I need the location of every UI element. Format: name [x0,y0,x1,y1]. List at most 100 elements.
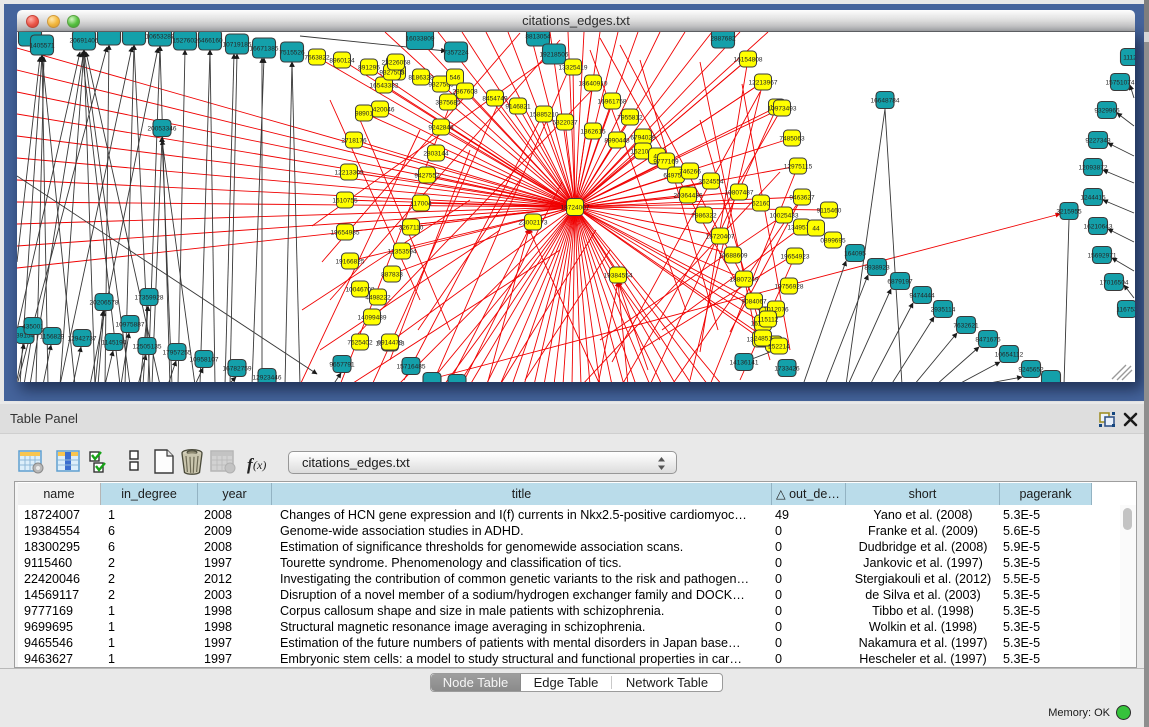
svg-text:3215955: 3215955 [1056,208,1082,215]
svg-text:10719185: 10719185 [223,41,252,48]
svg-text:12093872: 12093872 [1079,164,1108,171]
svg-text:9657791: 9657791 [329,361,355,368]
svg-text:9084067: 9084067 [741,298,767,305]
svg-text:12353594: 12353594 [388,248,417,255]
svg-text:20053346: 20053346 [148,125,177,132]
svg-text:9777169: 9777169 [653,158,679,165]
svg-text:9427552: 9427552 [414,172,440,179]
svg-text:7515526: 7515526 [279,49,305,56]
svg-text:2867608: 2867608 [452,88,478,95]
svg-text:10958107: 10958107 [190,356,219,363]
svg-text:2935114: 2935114 [931,306,956,313]
svg-text:3875685: 3875685 [435,99,461,106]
svg-text:9115460: 9115460 [817,207,842,214]
svg-text:1156829: 1156829 [40,333,65,340]
svg-text:16961758: 16961758 [598,98,627,105]
svg-text:8960124: 8960124 [329,57,355,64]
svg-text:16543382: 16543382 [370,82,399,89]
svg-text:115112: 115112 [758,316,779,323]
svg-text:4498222: 4498222 [365,294,391,301]
svg-text:8813054: 8813054 [525,33,551,40]
svg-text:16782759: 16782759 [223,365,252,372]
svg-text:23002173: 23002173 [519,219,548,226]
svg-text:16648784: 16648784 [871,97,900,104]
svg-text:12213967: 12213967 [749,79,778,86]
svg-text:546: 546 [450,74,461,81]
svg-text:6794028: 6794028 [630,134,656,141]
svg-text:10975887: 10975887 [116,321,145,328]
svg-text:20206578: 20206578 [90,299,119,306]
svg-text:10654112: 10654112 [995,351,1024,358]
svg-text:7663822: 7663822 [304,54,330,61]
svg-text:1610755: 1610755 [332,197,358,204]
svg-text:17359928: 17359928 [135,294,164,301]
svg-text:1733426: 1733426 [774,365,800,372]
svg-text:6466160: 6466160 [197,37,223,44]
svg-text:3624554: 3624554 [698,178,724,185]
svg-text:16671385: 16671385 [250,45,279,52]
svg-text:20364436: 20364436 [674,192,703,199]
svg-text:12975115: 12975115 [784,163,813,170]
svg-text:19756928: 19756928 [775,283,804,290]
svg-text:12923446: 12923446 [253,374,282,381]
svg-text:17016504: 17016504 [1100,279,1129,286]
svg-text:164095: 164095 [844,250,866,257]
svg-text:5322037: 5322037 [552,119,578,126]
svg-text:10688609: 10688609 [719,252,748,259]
svg-text:7625402: 7625402 [347,339,373,346]
svg-text:9474444: 9474444 [909,292,935,299]
svg-text:10025433: 10025433 [770,212,799,219]
svg-text:6914479: 6914479 [377,339,403,346]
svg-text:19654923: 19654923 [781,253,810,260]
svg-text:8471676: 8471676 [975,336,1001,343]
svg-text:0899695: 0899695 [820,237,846,244]
svg-text:9245652: 9245652 [1018,366,1044,373]
svg-text:7986322: 7986322 [691,212,717,219]
svg-text:2803144: 2803144 [423,150,449,157]
svg-text:14136141: 14136141 [730,359,759,366]
svg-text:16154808: 16154808 [734,56,763,63]
svg-text:18640910: 18640910 [579,80,608,87]
svg-text:62160: 62160 [752,200,770,207]
svg-text:15751074: 15751074 [1106,79,1135,86]
svg-text:2887682: 2887682 [710,35,736,42]
svg-text:15692971: 15692971 [1088,252,1117,259]
svg-text:117004: 117004 [410,200,432,207]
svg-text:19166825: 19166825 [336,258,365,265]
svg-text:9242848: 9242848 [428,124,454,131]
svg-text:9227343: 9227343 [1085,137,1111,144]
svg-text:1244415: 1244415 [1080,194,1106,201]
svg-text:24851: 24851 [754,335,772,342]
svg-text:8990448: 8990448 [604,137,630,144]
svg-text:6879197: 6879197 [887,278,913,285]
svg-text:18724007: 18724007 [561,204,590,211]
svg-text:16033809: 16033809 [406,35,435,42]
svg-text:15716485: 15716485 [397,363,426,370]
svg-text:746266: 746266 [679,168,701,175]
svg-text:8454749: 8454749 [482,95,508,102]
svg-text:887833: 887833 [381,271,403,278]
svg-text:44: 44 [812,225,820,232]
svg-text:13325419: 13325419 [559,64,588,71]
svg-text:15720407: 15720407 [706,233,735,240]
svg-text:1362615: 1362615 [580,128,606,135]
svg-text:23226058: 23226058 [382,59,411,66]
svg-text:1527602: 1527602 [172,37,198,44]
svg-text:10807487: 10807487 [725,189,754,196]
svg-text:12505135: 12505135 [133,343,162,350]
svg-text:(x): (x) [253,458,266,472]
svg-text:12213309: 12213309 [335,169,364,176]
svg-text:3267110: 3267110 [399,224,424,231]
svg-text:17957255: 17957255 [163,349,192,356]
svg-text:15885210: 15885210 [530,111,559,118]
svg-text:9146821: 9146821 [505,103,531,110]
svg-text:19384554: 19384554 [604,272,633,279]
svg-text:9329966: 9329966 [1094,107,1120,114]
svg-text:19218506: 19218506 [540,51,569,58]
svg-text:19654985: 19654985 [331,229,360,236]
svg-text:10653287: 10653287 [146,33,175,40]
svg-text:2718176: 2718176 [341,137,367,144]
svg-text:12942737: 12942737 [68,335,97,342]
svg-text:9463627: 9463627 [789,194,815,201]
svg-text:8938923: 8938923 [864,264,890,271]
